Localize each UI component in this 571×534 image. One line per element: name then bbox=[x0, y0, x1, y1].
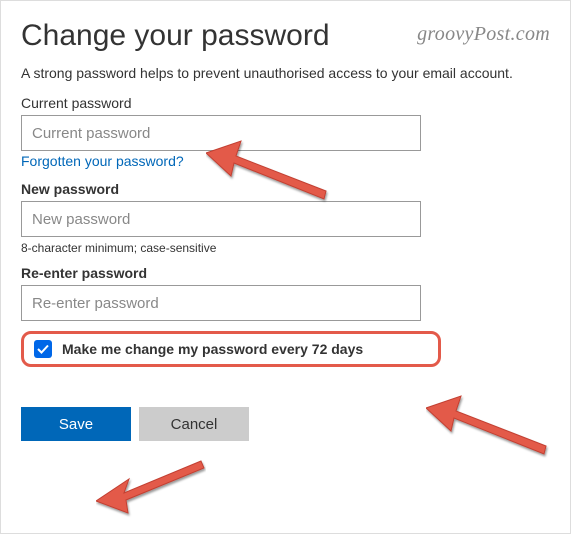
reenter-password-label: Re-enter password bbox=[21, 265, 550, 281]
current-password-label: Current password bbox=[21, 95, 550, 111]
new-password-label: New password bbox=[21, 181, 550, 197]
force-change-checkbox-row[interactable]: Make me change my password every 72 days bbox=[21, 331, 441, 367]
forgot-password-link[interactable]: Forgotten your password? bbox=[21, 153, 184, 169]
arrow-annotation-icon bbox=[96, 451, 206, 521]
current-password-group: Current password Forgotten your password… bbox=[21, 95, 550, 171]
checkbox-checked-icon[interactable] bbox=[34, 340, 52, 358]
new-password-input[interactable] bbox=[21, 201, 421, 237]
cancel-button[interactable]: Cancel bbox=[139, 407, 249, 441]
checkbox-label: Make me change my password every 72 days bbox=[62, 341, 363, 357]
password-hint: 8-character minimum; case-sensitive bbox=[21, 241, 550, 255]
new-password-group: New password 8-character minimum; case-s… bbox=[21, 181, 550, 255]
save-button[interactable]: Save bbox=[21, 407, 131, 441]
current-password-input[interactable] bbox=[21, 115, 421, 151]
watermark: groovyPost.com bbox=[417, 23, 550, 46]
reenter-password-group: Re-enter password bbox=[21, 265, 550, 321]
reenter-password-input[interactable] bbox=[21, 285, 421, 321]
button-row: Save Cancel bbox=[21, 407, 550, 441]
subtitle: A strong password helps to prevent unaut… bbox=[21, 65, 550, 81]
